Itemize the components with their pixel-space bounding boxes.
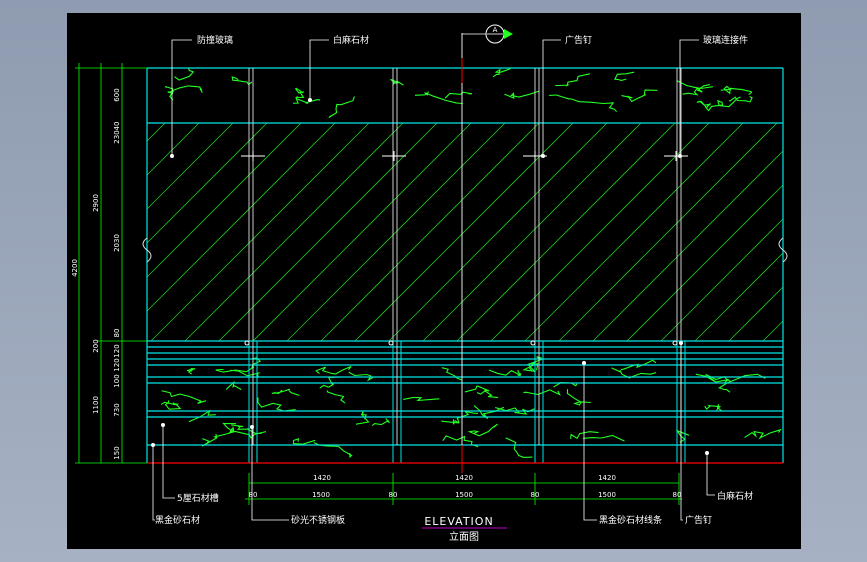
drawing-subtitle: 立面图 [449,530,479,543]
dim-total-height: 4200 [71,259,79,277]
dim-inner-11: 150 [113,446,121,459]
callout-black-granite: 黑金砂石材 [155,514,200,526]
connector-marks [241,151,688,161]
dim-inner-5: 80 [113,329,121,338]
callout-stone-groove: 5厘石材槽 [177,492,219,504]
dim-inner-10: 730 [113,403,121,416]
dim-inner-4: 2030 [113,234,121,252]
dim-panel-3: 1500 [598,491,616,499]
elevation-drawing: A 防撞玻璃 白麻石材 广告钉 玻璃连接件 4200 2900 1100 600… [71,24,788,543]
dim-inner-1: 600 [113,88,121,101]
dim-lower: 1100 [92,396,100,414]
dim-panel-2: 1500 [455,491,473,499]
dim-inner-7: 120 [113,344,121,357]
dim-panel-1: 1500 [312,491,330,499]
dim-bay-1: 1420 [313,474,331,482]
callout-glass-connector: 玻璃连接件 [703,34,748,46]
dim-inner-8: 120 [113,358,121,371]
bottom-leader-dots [151,341,709,455]
callout-standoff: 广告钉 [565,34,592,46]
section-marker: A [462,24,513,44]
dim-post-2: 80 [389,491,398,499]
dim-upper: 2900 [92,194,100,212]
marble-texture [160,68,782,459]
callout-glass: 防撞玻璃 [197,34,233,46]
callout-white-granite-bottom: 白麻石材 [717,490,753,502]
dim-post-4: 80 [673,491,682,499]
dim-inner-2: 40 [113,122,121,131]
section-marker-label: A [493,26,498,34]
dim-post-3: 80 [531,491,540,499]
callout-stainless-plate: 砂光不锈钢板 [291,514,345,526]
dim-inner-3: 230 [113,130,121,143]
left-dimension-lines [75,63,147,464]
callout-black-granite-trim: 黑金砂石材线条 [599,514,662,526]
drawing-title: ELEVATION [424,515,493,528]
callout-white-granite: 白麻石材 [333,34,369,46]
callout-standoff-bottom: 广告钉 [685,514,712,526]
drawing-viewport: A 防撞玻璃 白麻石材 广告钉 玻璃连接件 4200 2900 1100 600… [67,13,801,549]
dim-post-1: 80 [249,491,258,499]
dim-inner-6: 200 [92,339,100,352]
dim-inner-9: 100 [113,374,121,387]
dim-bay-2: 1420 [455,474,473,482]
dim-bay-3: 1420 [598,474,616,482]
top-leader-dots [170,98,682,158]
